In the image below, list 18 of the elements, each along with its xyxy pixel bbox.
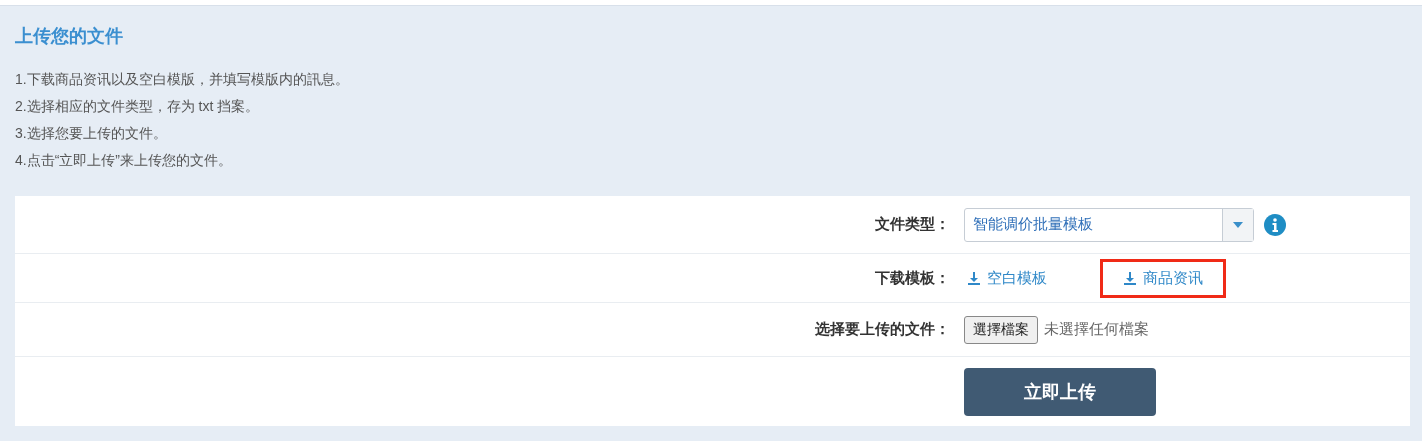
caret-icon xyxy=(1233,221,1243,228)
instruction-text: 2.选择相应的文件类型，存为 txt 挡案。 xyxy=(15,97,261,116)
file-status-text: 未選擇任何檔案 xyxy=(1044,320,1149,339)
instruction-text: 4.点击“立即上传”来上传您的文件。 xyxy=(15,151,233,170)
field-label: 选择要上传的文件： xyxy=(815,320,950,337)
info-icon[interactable] xyxy=(1264,213,1286,236)
download-icon xyxy=(1123,271,1137,285)
download-icon xyxy=(967,271,981,285)
choose-file-button[interactable]: 選擇檔案 xyxy=(964,315,1038,344)
instruction-text: 3.选择您要上传的文件。 xyxy=(15,124,168,143)
download-link[interactable]: 空白模板 xyxy=(964,258,1050,298)
download-link[interactable]: 商品资讯 xyxy=(1100,258,1226,298)
section-title: 上传您的文件 xyxy=(15,25,124,48)
upload-button[interactable]: 立即上传 xyxy=(964,367,1156,416)
field-label: 文件类型： xyxy=(875,215,950,232)
instruction-text: 1.下载商品资讯以及空白模版，并填写模版内的訊息。 xyxy=(15,70,350,89)
file-type-dropdown[interactable]: 智能调价批量模板 xyxy=(964,207,1254,242)
field-label: 下载模板： xyxy=(875,268,950,286)
